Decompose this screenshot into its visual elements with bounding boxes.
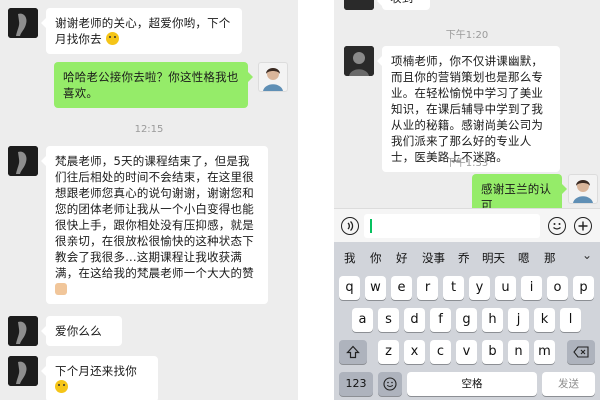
key-n[interactable]: n [508,340,529,364]
key-c[interactable]: c [430,340,451,364]
key-u[interactable]: u [495,276,516,300]
delete-icon [573,346,589,358]
shift-key[interactable] [339,340,367,364]
key-l[interactable]: l [560,308,581,332]
emoji-icon[interactable] [548,217,566,235]
key-y[interactable]: y [469,276,490,300]
candidate-word[interactable]: 我 [344,250,356,266]
candidate-word[interactable]: 乔 [458,250,470,266]
candidate-word[interactable]: 没事 [422,250,445,266]
contact-avatar[interactable] [8,316,38,346]
key-q[interactable]: q [339,276,360,300]
shift-icon [346,345,360,359]
key-h[interactable]: h [482,308,503,332]
contact-avatar[interactable] [8,146,38,176]
candidate-bar: 我 你 好 没事 乔 明天 嗯 那 ⌄ [334,242,600,272]
key-p[interactable]: p [573,276,594,300]
message-text: 谢谢老师的关心，超爱你哟，下个月找你去 [55,16,231,46]
contact-avatar[interactable] [8,8,38,38]
message-input[interactable] [364,214,540,238]
key-s[interactable]: s [378,308,399,332]
message-text: 下个月还来找你 [55,364,137,378]
self-avatar[interactable] [258,62,288,92]
numbers-key[interactable]: 123 [339,372,373,396]
contact-avatar[interactable] [344,0,374,10]
send-key[interactable]: 发送 [542,372,595,396]
candidate-word[interactable]: 明天 [482,250,505,266]
ios-keyboard: 我 你 好 没事 乔 明天 嗯 那 ⌄ q w e r t y u i o p … [334,242,600,400]
candidate-word[interactable]: 好 [396,250,408,266]
left-chat-screenshot: 谢谢老师的关心，超爱你哟，下个月找你去 哈哈老公接你去啦？你这性格我也喜欢。 1… [0,0,298,400]
emoji-keyboard-key[interactable] [378,372,402,396]
message-text: 爱你么么 [55,324,102,338]
key-d[interactable]: d [404,308,425,332]
message-bubble-self: 哈哈老公接你去啦？你这性格我也喜欢。 [54,62,253,108]
message-bubble: 梵晨老师，5天的课程结束了，但是我们往后相处的时间不会结束，在这里很想跟老师您真… [41,146,268,304]
key-t[interactable]: t [443,276,464,300]
chevron-down-icon[interactable]: ⌄ [582,248,592,262]
plus-icon[interactable] [574,217,592,235]
smile-emoji-icon [55,380,68,393]
key-a[interactable]: a [352,308,373,332]
key-w[interactable]: w [365,276,386,300]
key-z[interactable]: z [378,340,399,364]
candidate-word[interactable]: 嗯 [518,250,530,266]
key-f[interactable]: f [430,308,451,332]
message-text: 项楠老师，你不仅讲课幽默，而且你的营销策划也是那么专业。在轻松愉悦中学习了美业知… [391,54,544,164]
self-avatar[interactable] [568,174,598,204]
key-r[interactable]: r [417,276,438,300]
message-bubble: 下个月还来找你 [41,356,158,400]
delete-key[interactable] [567,340,595,364]
emoji-icon [383,377,397,391]
contact-avatar[interactable] [344,46,374,76]
message-bubble: 谢谢老师的关心，超爱你哟，下个月找你去 [41,8,242,54]
key-x[interactable]: x [404,340,425,364]
smile-emoji-icon [105,32,119,45]
message-bubble: 爱你么么 [41,316,122,346]
chat-input-bar [334,208,600,242]
contact-avatar[interactable] [8,356,38,386]
message-bubble: 收到 [377,0,430,10]
key-v[interactable]: v [456,340,477,364]
message-text: 哈哈老公接你去啦？你这性格我也喜欢。 [63,70,239,100]
space-key[interactable]: 空格 [407,372,537,396]
key-m[interactable]: m [534,340,555,364]
key-i[interactable]: i [521,276,542,300]
timestamp: 12:15 [134,124,164,135]
key-g[interactable]: g [456,308,477,332]
candidate-word[interactable]: 你 [370,250,382,266]
key-j[interactable]: j [508,308,529,332]
key-e[interactable]: e [391,276,412,300]
message-text: 梵晨老师，5天的课程结束了，但是我们往后相处的时间不会结束，在这里很想跟老师您真… [55,154,254,280]
key-b[interactable]: b [482,340,503,364]
thumbs-up-emoji-icon [55,283,67,295]
text-caret [370,219,372,233]
key-o[interactable]: o [547,276,568,300]
timestamp: 下午1:33 [445,158,489,169]
voice-icon[interactable] [341,217,359,235]
candidate-word[interactable]: 那 [544,250,556,266]
message-text: 收到 [390,0,413,5]
timestamp: 下午1:20 [445,30,489,41]
key-k[interactable]: k [534,308,555,332]
right-chat-screenshot: 收到 下午1:20 项楠老师，你不仅讲课幽默，而且你的营销策划也是那么专业。在轻… [334,0,600,400]
